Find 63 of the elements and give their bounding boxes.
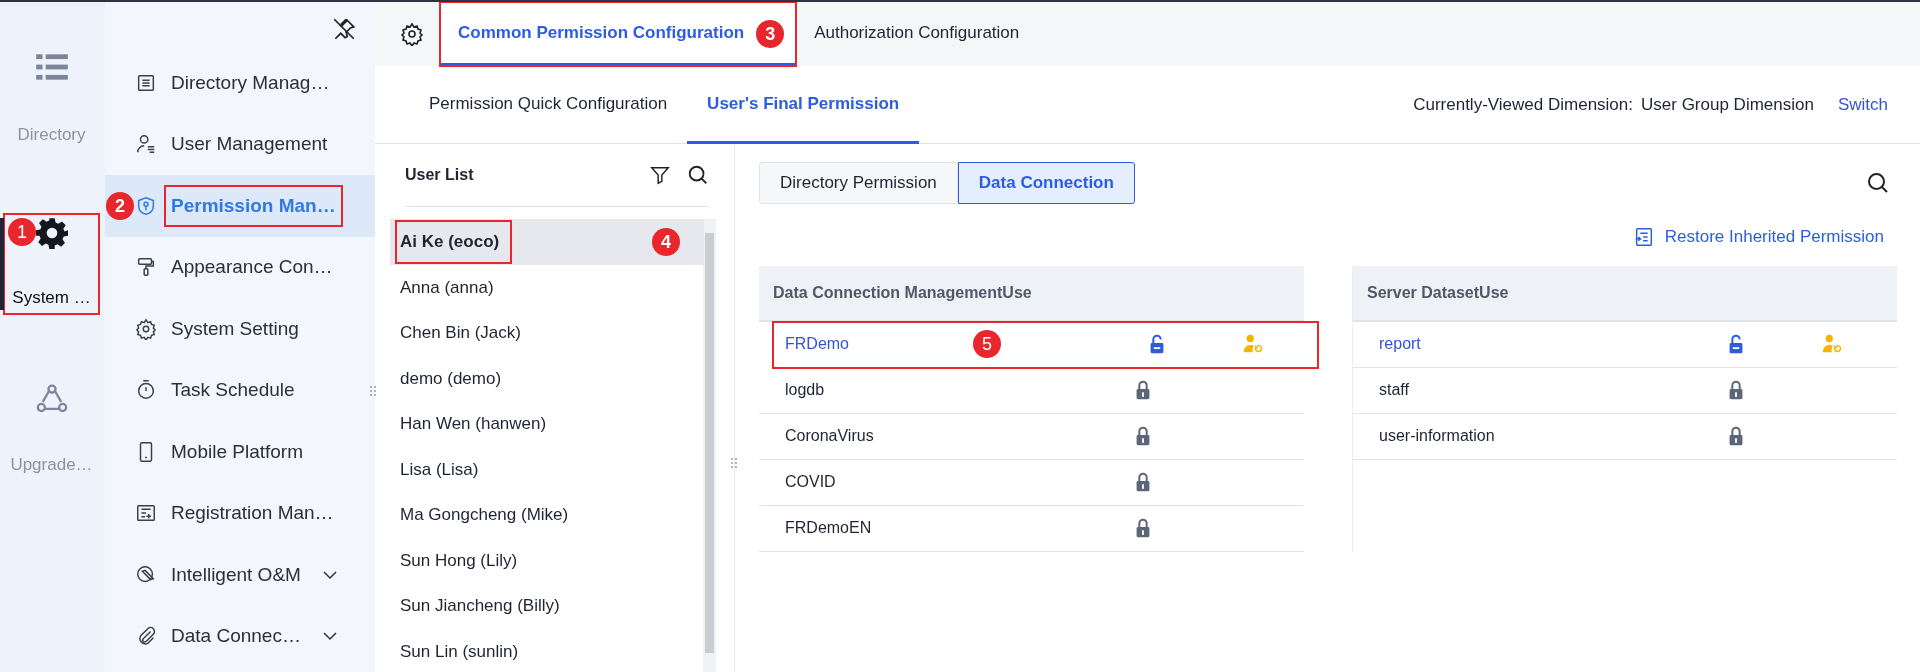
search-icon[interactable] <box>687 164 709 186</box>
menu-item[interactable]: Task Schedule <box>105 359 375 421</box>
scrollbar[interactable] <box>703 219 716 672</box>
tab[interactable]: Common Permission Configuration 3 <box>440 2 797 66</box>
user-list-item[interactable]: Anna (anna) <box>390 264 704 310</box>
menu-item[interactable]: User Management <box>105 113 375 175</box>
step-marker: 5 <box>973 329 1001 358</box>
dimension-label: Currently-Viewed Dimension: <box>1413 93 1633 116</box>
gear-icon <box>135 317 157 340</box>
user-list-item[interactable]: Lisa (Lisa) <box>390 446 704 492</box>
column-header: Use <box>1479 282 1509 303</box>
table-cell-text: logdb <box>784 380 825 400</box>
tab[interactable]: Permission Quick Configuration <box>409 66 688 144</box>
step-marker: 2 <box>106 192 134 220</box>
user-list-item[interactable]: demo (demo) <box>390 355 704 401</box>
table-cell-text: COVID <box>784 472 836 492</box>
user-list-item[interactable]: Sun Hong (Lily) <box>390 537 704 583</box>
restore-link[interactable]: Restore Inherited Permission <box>1664 224 1884 250</box>
table-cell-text: staff <box>1378 380 1409 400</box>
timer-icon <box>135 379 157 402</box>
menu-item[interactable]: Appearance Con… <box>105 236 375 298</box>
tab[interactable]: Authorization Configuration <box>796 2 1038 66</box>
panel-title: User List <box>405 165 474 185</box>
user-icon <box>135 133 157 156</box>
rail-label: Upgrade… <box>10 454 93 477</box>
step-marker: 3 <box>756 20 785 48</box>
table-cell-text: CoronaVirus <box>784 426 874 446</box>
user-list-item[interactable]: Han Wen (hanwen) <box>390 401 704 447</box>
column-header: Data Connection Management <box>772 282 1003 303</box>
connection-link[interactable]: FRDemo <box>773 321 849 367</box>
column-header: Use <box>1002 282 1032 303</box>
segment-button[interactable]: Data Connection <box>957 162 1135 204</box>
menu-item[interactable]: Registration Man… <box>105 482 375 544</box>
switch-link[interactable]: Switch <box>1837 91 1888 118</box>
menu-item[interactable]: 2 Permission Man… <box>105 175 375 237</box>
menu-item[interactable]: Mobile Platform <box>105 421 375 483</box>
rail-label: Directory <box>17 124 86 147</box>
table-cell-text: user-information <box>1378 426 1495 446</box>
search-icon[interactable] <box>1866 171 1890 195</box>
step-marker: 1 <box>8 218 36 246</box>
connection-link[interactable]: report <box>1353 321 1421 367</box>
dimension-value: User Group Dimension <box>1641 93 1814 116</box>
gear-icon[interactable] <box>400 22 424 46</box>
paint-roller-icon <box>135 256 157 279</box>
user-list-item[interactable]: Chen Bin (Jack) <box>390 310 704 356</box>
tab[interactable]: User's Final Permission <box>687 66 920 144</box>
user-list-item[interactable]: Ai Ke (eoco) 4 <box>390 219 704 265</box>
menu-item[interactable]: Intelligent O&M <box>105 544 375 606</box>
segment-button[interactable]: Directory Permission <box>759 162 958 204</box>
user-list-item[interactable]: Sun Lin (sunlin) <box>390 628 704 672</box>
rail-label: System … <box>12 287 91 310</box>
filter-icon[interactable] <box>649 164 671 186</box>
menu-item[interactable]: Data Connec… <box>105 605 375 667</box>
pin-icon[interactable] <box>331 16 357 42</box>
menu-item[interactable]: System Setting <box>105 298 375 360</box>
column-header: Server Dataset <box>1366 282 1480 303</box>
step-marker: 4 <box>652 228 680 256</box>
gear-icon <box>35 217 68 250</box>
menu-item[interactable]: Directory Manag… <box>105 52 375 114</box>
shield-icon <box>135 194 157 217</box>
table-cell-text: FRDemoEN <box>784 518 872 538</box>
user-list-item[interactable]: Ma Gongcheng (Mike) <box>390 492 704 538</box>
user-list-item[interactable]: Sun Jiancheng (Billy) <box>390 583 704 629</box>
